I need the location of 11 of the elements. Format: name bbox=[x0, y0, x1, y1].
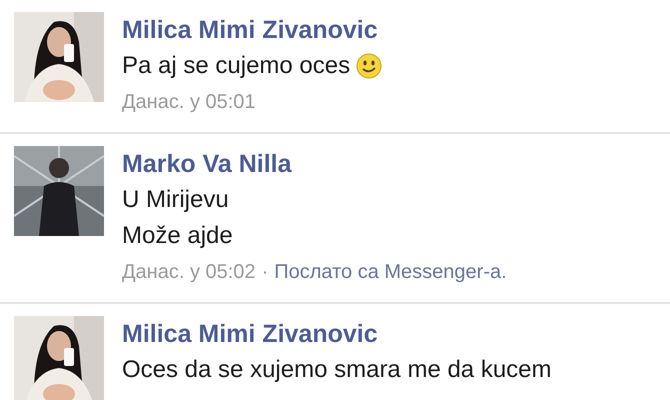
sent-via-text: Послато са Messenger-a. bbox=[274, 260, 507, 285]
sender-name[interactable]: Milica Mimi Zivanovic bbox=[122, 316, 552, 352]
message-text: Može ajde bbox=[122, 221, 233, 251]
message-text: U Mirijevu bbox=[122, 185, 229, 215]
sender-name[interactable]: Milica Mimi Zivanovic bbox=[122, 12, 382, 48]
separator-dot: · bbox=[262, 260, 268, 285]
timestamp: Данас. у 05:02 bbox=[122, 260, 256, 285]
sender-name[interactable]: Marko Va Nilla bbox=[122, 146, 507, 182]
timestamp: Данас. у 05:01 bbox=[122, 90, 256, 115]
message-text: Pa aj se cujemo oces bbox=[122, 51, 350, 81]
message-text: Oces da se xujemo smara me da kucem bbox=[122, 355, 552, 385]
